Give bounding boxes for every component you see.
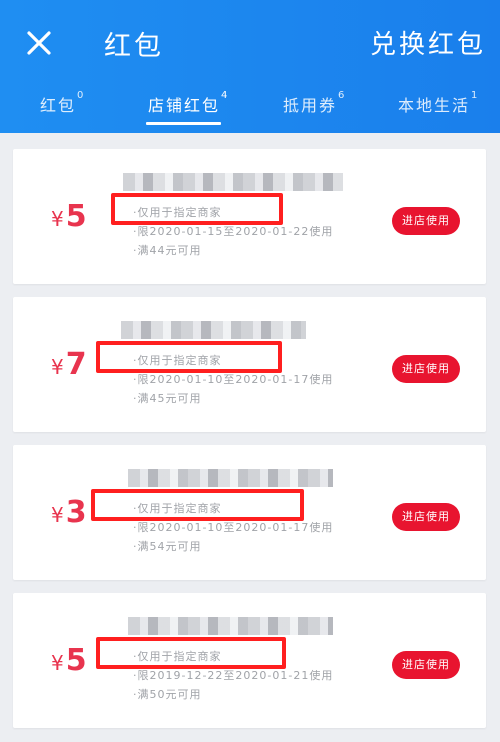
enter-shop-button[interactable]: 进店使用 <box>392 355 460 383</box>
blurred-shop-name <box>128 617 333 635</box>
coupon-validity: ·限2019-12-22至2020-01-21使用 <box>133 669 334 682</box>
tab-count: 4 <box>221 90 228 101</box>
tab-local-life[interactable]: 本地生活1 <box>398 90 478 133</box>
currency-symbol: ¥ <box>51 355 64 379</box>
coupon-validity: ·限2020-01-10至2020-01-17使用 <box>133 521 334 534</box>
coupon-card[interactable]: ¥3 ·仅用于指定商家 ·限2020-01-10至2020-01-17使用 ·满… <box>13 445 486 580</box>
baidu-watermark: Baidu jingyan.baidu.com <box>372 688 484 728</box>
coupon-card[interactable]: ¥7 ·仅用于指定商家 ·限2020-01-10至2020-01-17使用 ·满… <box>13 297 486 432</box>
coupon-threshold: ·满45元可用 <box>133 392 202 405</box>
blurred-shop-name <box>128 469 333 487</box>
enter-shop-button[interactable]: 进店使用 <box>392 651 460 679</box>
page-title: 红包 <box>104 31 164 62</box>
active-tab-indicator <box>146 122 221 125</box>
coupon-card[interactable]: ¥5 ·仅用于指定商家 ·限2020-01-15至2020-01-22使用 ·满… <box>13 149 486 284</box>
highlight-box <box>111 193 283 225</box>
blurred-shop-name <box>123 173 343 191</box>
coupon-validity: ·限2020-01-15至2020-01-22使用 <box>133 225 334 238</box>
currency-symbol: ¥ <box>51 651 64 675</box>
coupon-list[interactable]: ¥5 ·仅用于指定商家 ·限2020-01-15至2020-01-22使用 ·满… <box>0 133 500 742</box>
close-button[interactable] <box>22 26 56 60</box>
highlight-box <box>96 637 286 669</box>
tab-label: 红包 <box>40 96 77 115</box>
highlight-box <box>91 489 304 521</box>
tab-label: 抵用券 <box>283 96 338 115</box>
tab-voucher[interactable]: 抵用券6 <box>283 90 345 133</box>
amount-value: 5 <box>65 643 87 678</box>
amount-value: 3 <box>65 495 87 530</box>
exchange-red-packet-button[interactable]: 兑换红包 <box>370 24 486 61</box>
coupon-validity: ·限2020-01-10至2020-01-17使用 <box>133 373 334 386</box>
tab-count: 0 <box>77 90 84 101</box>
top-bar: 红包 兑换红包 红包0 店铺红包4 抵用券6 本地生活1 <box>0 0 500 133</box>
tab-label: 本地生活 <box>398 96 471 115</box>
coupon-amount: ¥5 <box>51 199 87 234</box>
watermark-brand: Baidu <box>372 688 445 714</box>
tab-label: 店铺红包 <box>148 96 221 115</box>
tab-red-packet[interactable]: 红包0 <box>40 90 84 133</box>
close-icon <box>27 31 51 55</box>
coupon-amount: ¥3 <box>51 495 87 530</box>
enter-shop-button[interactable]: 进店使用 <box>392 207 460 235</box>
tab-bar: 红包0 店铺红包4 抵用券6 本地生活1 <box>0 90 500 133</box>
coupon-amount: ¥7 <box>51 347 87 382</box>
tab-count: 1 <box>471 90 478 101</box>
highlight-box <box>96 341 282 373</box>
currency-symbol: ¥ <box>51 503 64 527</box>
coupon-threshold: ·满44元可用 <box>133 244 202 257</box>
watermark-url: jingyan.baidu.com <box>390 717 484 728</box>
enter-shop-button[interactable]: 进店使用 <box>392 503 460 531</box>
blurred-shop-name <box>121 321 306 339</box>
amount-value: 7 <box>65 347 87 382</box>
currency-symbol: ¥ <box>51 207 64 231</box>
coupon-amount: ¥5 <box>51 643 87 678</box>
coupon-threshold: ·满50元可用 <box>133 688 202 701</box>
amount-value: 5 <box>65 199 87 234</box>
tab-count: 6 <box>338 90 345 101</box>
coupon-threshold: ·满54元可用 <box>133 540 202 553</box>
tab-shop-red-packet[interactable]: 店铺红包4 <box>148 90 228 133</box>
